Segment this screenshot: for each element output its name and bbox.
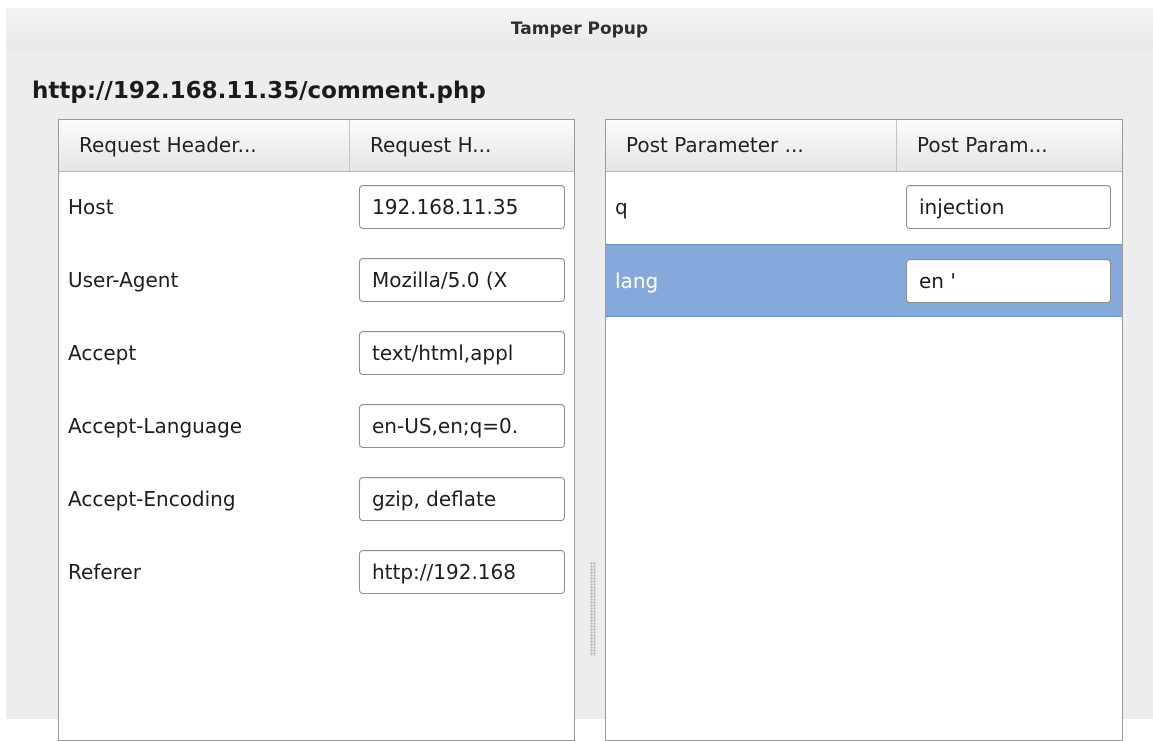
request-url: http://192.168.11.35/comment.php: [32, 78, 486, 104]
table-row[interactable]: Accept-Language en-US,en;q=0.: [59, 390, 574, 463]
header-value-field[interactable]: text/html,appl: [359, 331, 565, 375]
header-name: User-Agent: [68, 268, 179, 292]
table-header: Request Header... Request H...: [59, 120, 574, 172]
header-value-field[interactable]: Mozilla/5.0 (X: [359, 258, 565, 302]
column-header-name[interactable]: Post Parameter ...: [606, 120, 896, 171]
window-titlebar[interactable]: Tamper Popup: [6, 8, 1153, 50]
param-name: q: [615, 195, 628, 219]
header-value-field[interactable]: http://192.168: [359, 550, 565, 594]
request-headers-table: Request Header... Request H... Host 192.…: [58, 119, 575, 741]
param-value-field[interactable]: injection: [906, 185, 1111, 229]
table-row[interactable]: Host 192.168.11.35: [59, 171, 574, 244]
header-name: Host: [68, 195, 114, 219]
table-row[interactable]: Accept-Encoding gzip, deflate: [59, 463, 574, 536]
table-row[interactable]: User-Agent Mozilla/5.0 (X: [59, 244, 574, 317]
post-parameters-table: Post Parameter ... Post Param... q injec…: [605, 119, 1123, 741]
header-name: Accept-Encoding: [68, 487, 236, 511]
param-name: lang: [615, 269, 659, 293]
header-name: Accept: [68, 341, 137, 365]
header-value-field[interactable]: 192.168.11.35: [359, 185, 565, 229]
table-row[interactable]: Referer http://192.168: [59, 536, 574, 609]
header-value-field[interactable]: gzip, deflate: [359, 477, 565, 521]
pane-splitter-handle[interactable]: [590, 562, 596, 656]
tamper-popup-window: Tamper Popup http://192.168.11.35/commen…: [6, 8, 1153, 741]
column-header-value[interactable]: Post Param...: [896, 120, 1122, 171]
param-value-field[interactable]: en ': [906, 259, 1111, 303]
table-row-selected[interactable]: lang en ': [606, 244, 1122, 317]
table-row[interactable]: q injection: [606, 171, 1122, 244]
header-name: Accept-Language: [68, 414, 243, 438]
header-name: Referer: [68, 560, 141, 584]
table-row[interactable]: Accept text/html,appl: [59, 317, 574, 390]
table-header: Post Parameter ... Post Param...: [606, 120, 1122, 172]
column-header-name[interactable]: Request Header...: [59, 120, 349, 171]
header-value-field[interactable]: en-US,en;q=0.: [359, 404, 565, 448]
column-header-value[interactable]: Request H...: [349, 120, 574, 171]
window-title: Tamper Popup: [510, 19, 649, 39]
